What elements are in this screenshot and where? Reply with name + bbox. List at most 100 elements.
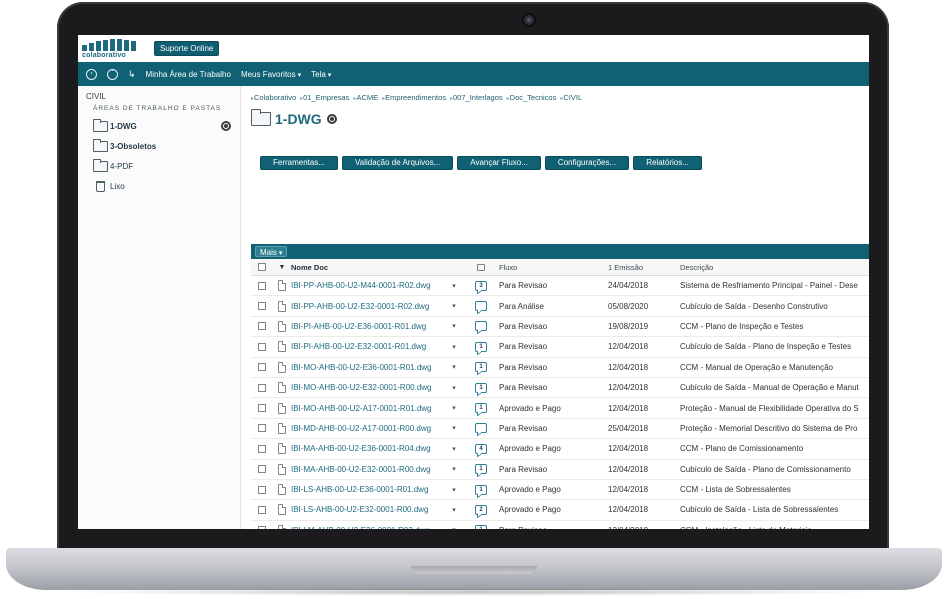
row-checkbox[interactable] [258,281,266,290]
document-name-link[interactable]: IBI-MA-AHB-00-U2-E32-0001-R00.dwg [291,465,441,474]
breadcrumb-item[interactable]: CIVIL [560,93,582,102]
document-name-link[interactable]: IBI-LS-AHB-00-U2-E36-0001-R01.dwg [291,485,441,494]
row-menu-caret-icon[interactable]: ▾ [441,486,467,494]
folder-icon [93,158,108,172]
table-row[interactable]: IBI-PI-AHB-00-U2-E32-0001-R01.dwg ▾ 1 Pa… [251,337,869,358]
row-menu-caret-icon[interactable]: ▾ [441,526,467,529]
row-checkbox[interactable] [258,383,266,392]
document-name-link[interactable]: IBI-LM-AHB-00-U2-E36-0001-R03.dwg [291,526,441,529]
tools-button[interactable]: Ferramentas... [260,156,339,170]
document-name-link[interactable]: IBI-MO-AHB-00-U2-E32-0001-R00.dwg [291,383,441,392]
table-row[interactable]: IBI-PI-AHB-00-U2-E36-0001-R01.dwg ▾ Para… [251,317,869,338]
settings-button[interactable]: Configurações... [544,156,630,170]
sidebar-item-4-pdf[interactable]: 4-PDF [93,156,240,176]
table-row[interactable]: IBI-MD-AHB-00-U2-A17-0001-R00.dwg ▾ Para… [251,419,869,440]
row-menu-caret-icon[interactable]: ▾ [441,282,467,290]
comment-count-icon[interactable]: 1 [475,525,487,529]
comment-count-icon[interactable]: 1 [475,341,487,352]
comment-count-icon[interactable]: 1 [475,403,487,414]
document-name-link[interactable]: IBI-PI-AHB-00-U2-E32-0001-R01.dwg [291,342,441,351]
row-menu-caret-icon[interactable]: ▾ [441,363,467,371]
comment-count-icon[interactable]: 1 [475,362,487,373]
breadcrumb-item[interactable]: Empreendimentos [382,93,446,102]
sidebar-item-label: 1-DWG [110,121,137,131]
column-header-description[interactable]: Descrição [680,263,869,272]
comment-count-icon[interactable]: 1 [475,484,487,495]
row-menu-caret-icon[interactable]: ▾ [441,384,467,392]
comment-count-icon[interactable]: 3 [475,280,487,291]
row-checkbox[interactable] [258,404,266,413]
table-row[interactable]: IBI-LM-AHB-00-U2-E36-0001-R03.dwg ▾ 1 Pa… [251,521,869,529]
file-validation-button[interactable]: Validação de Arquivos... [342,156,454,170]
comment-count-icon[interactable]: 4 [475,443,487,454]
row-menu-caret-icon[interactable]: ▾ [441,302,467,310]
document-name-link[interactable]: IBI-MO-AHB-00-U2-A17-0001-R01.dwg [291,404,441,413]
select-all-checkbox[interactable] [258,263,266,271]
document-name-link[interactable]: IBI-MO-AHB-00-U2-E36-0001-R01.dwg [291,363,441,372]
sidebar-item-1-dwg[interactable]: 1-DWG [93,116,240,136]
table-row[interactable]: IBI-MA-AHB-00-U2-E32-0001-R00.dwg ▾ 1 Pa… [251,460,869,480]
row-menu-caret-icon[interactable]: ▾ [441,322,467,330]
filter-icon[interactable]: ▼ [279,264,286,271]
document-name-link[interactable]: IBI-PP-AHB-00-U2-M44-0001-R02.dwg [291,281,441,290]
column-header-date[interactable]: 1 Emissão [608,263,680,272]
row-menu-caret-icon[interactable]: ▾ [441,343,467,351]
table-row[interactable]: IBI-PP-AHB-00-U2-M44-0001-R02.dwg ▾ 3 Pa… [251,276,869,297]
row-menu-caret-icon[interactable]: ▾ [441,424,467,432]
support-online-button[interactable]: Suporte Online [154,41,220,56]
row-checkbox[interactable] [258,485,266,494]
comment-count-icon[interactable]: 2 [475,504,487,515]
row-checkbox[interactable] [258,465,266,474]
folder-settings-icon[interactable] [221,121,231,131]
row-checkbox[interactable] [258,526,266,529]
row-menu-caret-icon[interactable]: ▾ [441,445,467,453]
nav-screen-menu[interactable]: Tela [311,70,331,79]
table-row[interactable]: IBI-MO-AHB-00-U2-E32-0001-R00.dwg ▾ 1 Pa… [251,378,869,399]
comment-count-icon[interactable] [475,321,487,332]
row-menu-caret-icon[interactable]: ▾ [441,404,467,412]
row-menu-caret-icon[interactable]: ▾ [441,506,467,514]
breadcrumb-item[interactable]: ACME [353,93,378,102]
table-row[interactable]: IBI-LS-AHB-00-U2-E36-0001-R01.dwg ▾ 1 Ap… [251,480,869,501]
row-menu-caret-icon[interactable]: ▾ [441,465,467,473]
chevron-left-icon[interactable]: ‹ [86,68,97,80]
row-checkbox[interactable] [258,444,266,453]
document-name-link[interactable]: IBI-PI-AHB-00-U2-E36-0001-R01.dwg [291,322,441,331]
row-checkbox[interactable] [258,424,266,433]
comment-count-icon[interactable]: 1 [475,382,487,393]
document-name-link[interactable]: IBI-MD-AHB-00-U2-A17-0001-R00.dwg [291,424,441,433]
table-row[interactable]: IBI-LS-AHB-00-U2-E32-0001-R00.dwg ▾ 2 Ap… [251,500,869,521]
app-logo[interactable]: colaborativo [82,38,146,59]
document-name-link[interactable]: IBI-PP-AHB-00-U2-E32-0001-R02.dwg [291,302,441,311]
nav-work-area[interactable]: Minha Área de Trabalho [146,70,231,79]
column-header-name[interactable]: Nome Doc [291,263,441,272]
column-header-flow[interactable]: Fluxo [495,263,608,272]
nav-favorites-menu[interactable]: Meus Favoritos [241,70,301,79]
row-checkbox[interactable] [258,302,266,311]
table-row[interactable]: IBI-MO-AHB-00-U2-E36-0001-R01.dwg ▾ 1 Pa… [251,358,869,378]
more-menu-button[interactable]: Mais [255,246,288,257]
breadcrumb-item[interactable]: 01_Empresas [300,93,349,102]
row-checkbox[interactable] [258,505,266,514]
row-checkbox[interactable] [258,322,266,331]
tree-icon[interactable]: ↳ [128,69,136,80]
breadcrumb-item[interactable]: 007_Interlagos [450,93,503,102]
sidebar-item-3-obsoletos[interactable]: 3-Obsoletos [93,136,240,156]
advance-flow-button[interactable]: Avançar Fluxo... [457,156,541,170]
comment-count-icon[interactable]: 1 [475,464,487,475]
row-checkbox[interactable] [258,363,266,372]
document-name-link[interactable]: IBI-LS-AHB-00-U2-E32-0001-R00.dwg [291,505,441,514]
comment-count-icon[interactable] [475,423,487,434]
breadcrumb-item[interactable]: Doc_Tecnicos [507,93,557,102]
breadcrumb-item[interactable]: Colaborativo [251,93,296,102]
table-row[interactable]: IBI-MO-AHB-00-U2-A17-0001-R01.dwg ▾ 1 Ap… [251,398,869,419]
sidebar-item-lixo[interactable]: Lixo [93,176,240,196]
document-name-link[interactable]: IBI-MA-AHB-00-U2-E36-0001-R04.dwg [291,444,441,453]
table-row[interactable]: IBI-MA-AHB-00-U2-E36-0001-R04.dwg ▾ 4 Ap… [251,439,869,460]
table-row[interactable]: IBI-PP-AHB-00-U2-E32-0001-R02.dwg ▾ Para… [251,296,869,317]
comment-count-icon[interactable] [475,301,487,312]
chevron-up-icon[interactable]: ˆ [107,68,118,80]
reports-button[interactable]: Relatórios... [633,156,702,170]
settings-icon[interactable] [326,114,337,124]
row-checkbox[interactable] [258,342,266,351]
